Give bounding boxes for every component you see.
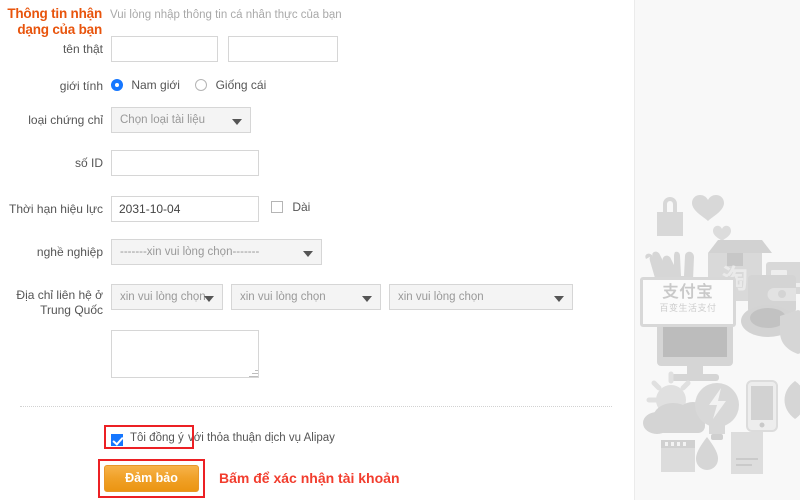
address-district-select[interactable]: xin vui lòng chọn: [389, 284, 573, 310]
address-province-value: xin vui lòng chọn: [120, 291, 206, 303]
occupation-select[interactable]: -------xin vui lòng chọn-------: [111, 239, 322, 265]
alipay-tagline: 百变生活支付: [659, 303, 717, 313]
label-doc-type: loại chứng chỉ: [28, 113, 103, 127]
radio-female[interactable]: [195, 79, 208, 91]
doc-type-select[interactable]: Chọn loại tài liệu: [111, 107, 251, 133]
smartphone-icon: [746, 380, 778, 432]
radio-female-label[interactable]: Giống cái: [216, 78, 267, 92]
calendar-icon: [661, 440, 695, 472]
chevron-down-icon: [232, 119, 242, 125]
doc-type-select-value: Chọn loại tài liệu: [120, 114, 206, 126]
address-city-select[interactable]: xin vui lòng chọn: [231, 284, 381, 310]
section-divider: [20, 406, 612, 407]
annotation-callout-text: Bấm để xác nhận tài khoản: [219, 470, 400, 486]
shield-icon: [780, 310, 800, 354]
leaf-icon: [784, 381, 800, 419]
signup-identity-page: Thông tin nhận dạng của bạn Vui lòng nhậ…: [0, 0, 800, 500]
form-hint: Vui lòng nhập thông tin cá nhân thực của…: [110, 9, 342, 21]
label-id-number: số ID: [74, 156, 103, 170]
long-term-label[interactable]: Dài: [292, 200, 310, 214]
small-heart-icon: [713, 225, 731, 241]
radio-male[interactable]: [111, 79, 123, 91]
agreement-row: Tôi đồng ý với thỏa thuận dịch vụ Alipay: [111, 431, 335, 449]
address-detail-textarea[interactable]: [111, 330, 259, 378]
submit-button[interactable]: Đảm bảo: [104, 465, 199, 492]
illustration-graphics: 淘: [643, 194, 800, 474]
address-city-value: xin vui lòng chọn: [240, 291, 326, 303]
agreement-terms-label[interactable]: với thỏa thuận dịch vụ Alipay: [188, 431, 335, 445]
water-drop-icon: [696, 437, 718, 470]
validity-date-input[interactable]: [111, 196, 259, 222]
chevron-down-icon: [362, 296, 372, 302]
gender-radio-group: Nam giới Giống cái: [111, 78, 278, 92]
page-title: Thông tin nhận dạng của bạn: [7, 6, 102, 37]
label-gender: giới tính: [59, 79, 103, 93]
label-validity: Thời hạn hiệu lực: [9, 202, 103, 216]
lock-icon: [657, 197, 683, 236]
label-occupation: nghề nghiệp: [36, 245, 103, 259]
id-number-input[interactable]: [111, 150, 259, 176]
identity-form-panel: Thông tin nhận dạng của bạn Vui lòng nhậ…: [0, 0, 634, 500]
occupation-select-value: -------xin vui lòng chọn-------: [120, 246, 260, 258]
address-province-select[interactable]: xin vui lòng chọn: [111, 284, 223, 310]
label-real-name: tên thật: [62, 42, 103, 56]
label-address: Địa chỉ liên hệ ở Trung Quốc: [0, 288, 103, 318]
real-name-first-input[interactable]: [111, 36, 218, 62]
chevron-down-icon: [554, 296, 564, 302]
agreement-agree-label[interactable]: Tôi đồng ý: [130, 431, 184, 445]
long-term-checkbox-wrap: Dài: [271, 200, 310, 214]
agreement-checkbox[interactable]: [111, 434, 123, 446]
chevron-down-icon: [303, 251, 313, 257]
chevron-down-icon: [204, 296, 214, 302]
real-name-last-input[interactable]: [228, 36, 338, 62]
promo-illustration-panel: 淘: [634, 0, 800, 500]
address-district-value: xin vui lòng chọn: [398, 291, 484, 303]
alipay-brand-card: 支付宝 百变生活支付: [640, 277, 736, 327]
document-icon: [731, 432, 763, 474]
label-address-line2: Trung Quốc: [40, 303, 103, 317]
heart-icon: [692, 194, 724, 221]
monitor-icon: [657, 318, 733, 381]
long-term-checkbox[interactable]: [271, 201, 283, 213]
radio-male-label[interactable]: Nam giới: [131, 78, 180, 92]
alipay-logo: 支付宝: [662, 284, 714, 301]
label-address-line1: Địa chỉ liên hệ ở: [16, 288, 103, 302]
